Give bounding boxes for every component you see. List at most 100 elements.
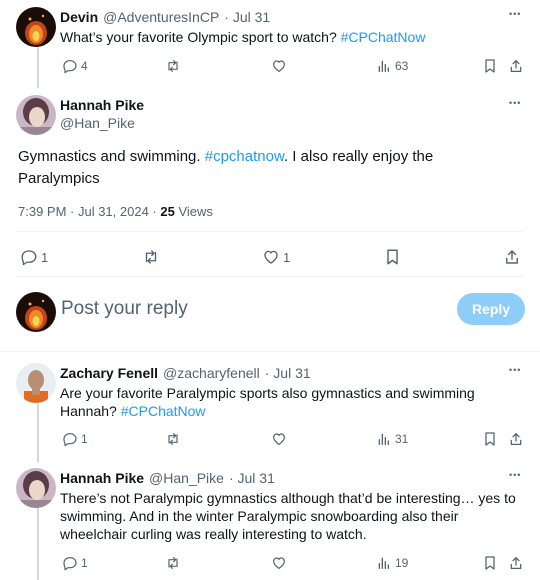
share-action[interactable] — [503, 248, 521, 266]
reply-input[interactable]: Post your reply — [61, 298, 188, 320]
bookmark-action[interactable] — [483, 555, 497, 571]
avatar-fire-image — [16, 7, 56, 47]
repost-action[interactable] — [164, 555, 182, 571]
bookmark-icon — [387, 249, 398, 265]
views-action[interactable]: 63 — [376, 58, 408, 74]
avatar-hannah[interactable] — [16, 468, 56, 508]
author-handle[interactable]: @Han_Pike — [60, 115, 135, 131]
thread-connector — [37, 404, 39, 462]
tweet-text-content: What’s your favorite Olympic sport to wa… — [60, 29, 337, 45]
reply-icon — [63, 557, 77, 571]
views-count: 63 — [395, 59, 409, 73]
tweet-text: Are your favorite Paralympic sports also… — [60, 384, 475, 420]
more-options-icon[interactable]: ••• — [509, 98, 521, 108]
tweet-text-content: . I also really enjoy the — [283, 148, 434, 165]
tweet-text: What’s your favorite Olympic sport to wa… — [60, 28, 425, 46]
author-name[interactable]: Hannah Pike — [60, 470, 144, 486]
like-action[interactable] — [271, 555, 287, 571]
thread-connector — [37, 508, 39, 580]
tweet-text-line-1: There’s not Paralympic gymnastics althou… — [60, 490, 516, 506]
tweet-text: There’s not Paralympic gymnastics althou… — [60, 489, 516, 543]
main-tweet-line-1: Gymnastics and swimming. #cpchatnow. I a… — [18, 146, 433, 168]
share-action[interactable] — [508, 58, 524, 74]
post-date[interactable]: · Jul 31 — [224, 9, 270, 25]
post-date[interactable]: · Jul 31 — [265, 365, 311, 381]
reply-action[interactable]: 1 — [62, 431, 88, 447]
views-action[interactable]: 31 — [376, 431, 408, 447]
like-count: 1 — [283, 249, 291, 265]
share-icon — [510, 433, 522, 445]
avatar-fire-image — [16, 292, 56, 332]
views-icon — [378, 60, 389, 72]
reply-count: 4 — [81, 59, 88, 73]
reply-button[interactable]: Reply — [457, 293, 525, 325]
bookmark-action[interactable] — [483, 58, 497, 74]
repost-icon — [168, 557, 178, 569]
heart-icon — [273, 433, 285, 445]
avatar-hannah[interactable] — [16, 95, 56, 135]
divider — [16, 231, 524, 232]
reply-action[interactable]: 1 — [62, 555, 88, 571]
reply-icon — [63, 433, 77, 447]
hashtag-link[interactable]: #CPChatNow — [341, 29, 426, 45]
avatar-photo-image — [16, 468, 56, 508]
views-icon — [378, 557, 389, 569]
hashtag-link[interactable]: #cpchatnow — [205, 148, 284, 165]
post-date[interactable]: · Jul 31 — [229, 470, 275, 486]
views-count: 19 — [395, 556, 409, 570]
share-action[interactable] — [508, 555, 524, 571]
author-name[interactable]: Devin — [60, 9, 98, 25]
tweet-header: Hannah Pike @Han_Pike · Jul 31 — [60, 470, 275, 486]
author-handle[interactable]: @AdventuresInCP — [103, 9, 219, 25]
author-name[interactable]: Hannah Pike — [60, 97, 144, 113]
bookmark-action[interactable] — [483, 431, 497, 447]
heart-icon — [264, 250, 278, 264]
repost-icon — [168, 433, 178, 445]
views-icon — [378, 433, 389, 445]
thread-connector — [37, 46, 39, 88]
views-label: Views — [178, 204, 213, 219]
post-timestamp[interactable]: 7:39 PM · Jul 31, 2024 · — [18, 204, 157, 219]
tweet-text-content: Gymnastics and swimming. — [18, 148, 201, 165]
author-name[interactable]: Zachary Fenell — [60, 365, 158, 381]
tweet-text-line-2: Hannah? #CPChatNow — [60, 402, 475, 420]
main-tweet-line-2: Paralympics — [18, 170, 100, 187]
divider — [16, 276, 524, 277]
tweet-header: Devin @AdventuresInCP · Jul 31 — [60, 9, 270, 25]
reply-count: 1 — [81, 432, 88, 446]
like-action[interactable] — [271, 58, 287, 74]
tweet-text-line-2: swimming. And in the winter Paralympic s… — [60, 508, 459, 524]
reply-icon — [21, 250, 37, 266]
reply-count: 1 — [81, 556, 88, 570]
reply-count: 1 — [41, 249, 49, 265]
bookmark-action[interactable] — [385, 248, 400, 266]
repost-icon — [168, 60, 178, 72]
repost-action[interactable] — [141, 248, 161, 266]
reply-action[interactable]: 1 — [20, 248, 48, 266]
author-handle[interactable]: @zacharyfenell — [163, 365, 260, 381]
hashtag-link[interactable]: #CPChatNow — [121, 403, 206, 419]
author-handle[interactable]: @Han_Pike — [149, 470, 224, 486]
more-options-icon[interactable]: ••• — [509, 470, 521, 480]
more-options-icon[interactable]: ••• — [509, 365, 521, 375]
avatar-devin[interactable] — [16, 7, 56, 47]
bookmark-icon — [485, 556, 495, 570]
repost-icon — [145, 250, 157, 264]
views-count: 25 — [160, 204, 175, 219]
share-icon — [506, 250, 518, 264]
composer-avatar[interactable] — [16, 292, 56, 332]
like-action[interactable]: 1 — [262, 248, 290, 266]
share-action[interactable] — [508, 431, 524, 447]
views-action[interactable]: 19 — [376, 555, 408, 571]
reply-action[interactable]: 4 — [62, 58, 88, 74]
avatar-zachary[interactable] — [16, 363, 56, 403]
more-options-icon[interactable]: ••• — [509, 9, 521, 19]
views-count: 31 — [395, 432, 409, 446]
repost-action[interactable] — [164, 431, 182, 447]
avatar-photo-image — [16, 363, 56, 403]
tweet-text-content: Hannah? — [60, 403, 117, 419]
bookmark-icon — [485, 59, 495, 73]
like-action[interactable] — [271, 431, 287, 447]
avatar-photo-image — [16, 95, 56, 135]
repost-action[interactable] — [164, 58, 182, 74]
